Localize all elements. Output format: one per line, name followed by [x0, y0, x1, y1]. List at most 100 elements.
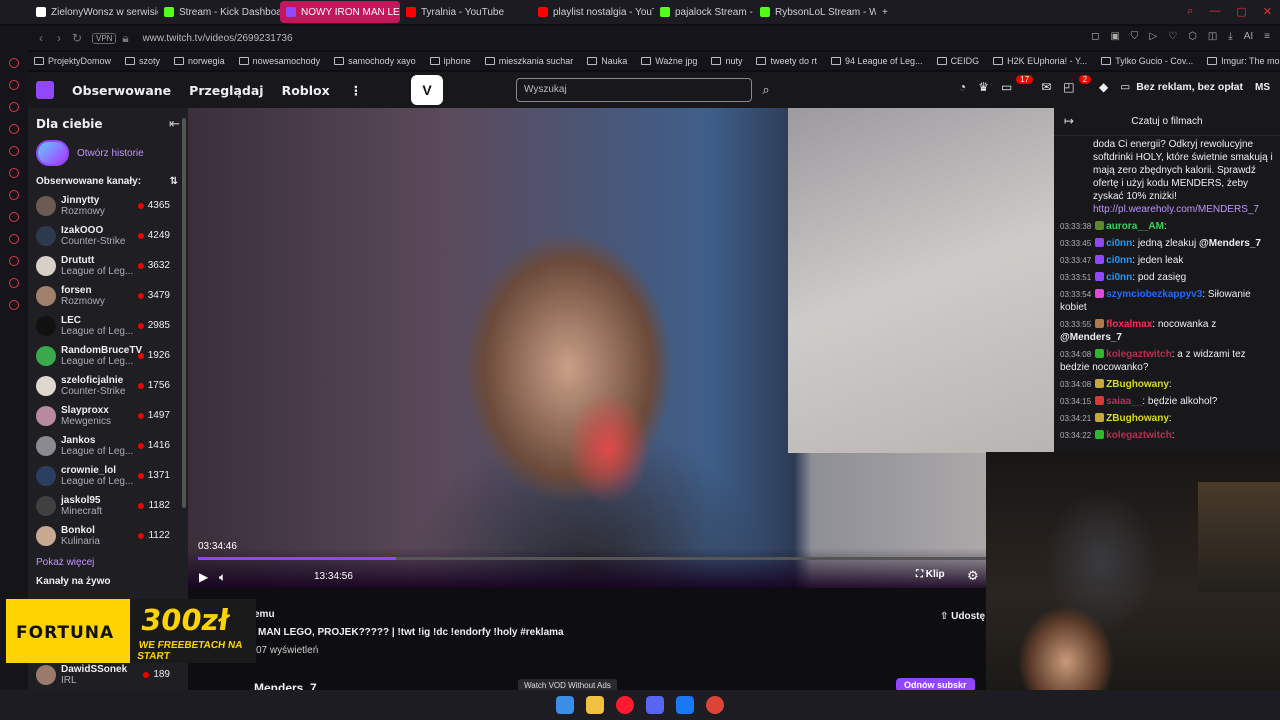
- facebook-icon[interactable]: [676, 696, 694, 714]
- sidebar-shortcut-icon[interactable]: [9, 234, 19, 244]
- bookmark-item[interactable]: norwegia: [174, 56, 225, 66]
- chat-username[interactable]: aurora__AM: [1106, 221, 1164, 232]
- message-mention[interactable]: @Menders_7: [1060, 332, 1122, 343]
- chat-username[interactable]: kolegaztwitch: [1106, 349, 1172, 360]
- chat-username[interactable]: kolegaztwitch: [1106, 430, 1172, 441]
- bookmark-icon[interactable]: ◻: [1091, 31, 1099, 42]
- file-explorer-icon[interactable]: [586, 696, 604, 714]
- show-more-link[interactable]: Pokaż więcej: [28, 551, 188, 574]
- gear-icon[interactable]: ⚙: [967, 568, 979, 584]
- collapse-sidebar-icon[interactable]: ⇤: [169, 116, 180, 132]
- promo-link[interactable]: http://pl.weareholy.com/MENDERS_7: [1093, 204, 1259, 215]
- browser-tab[interactable]: ZielonyWonsz w serwisie: [30, 1, 158, 23]
- back-icon[interactable]: ‹: [32, 31, 50, 45]
- opera-icon[interactable]: [616, 696, 634, 714]
- prime-icon[interactable]: ◔: [959, 80, 966, 94]
- url-field[interactable]: www.twitch.tv/videos/2699231736: [142, 33, 292, 44]
- list-item[interactable]: jaskol95 Minecraft 1182: [28, 491, 188, 521]
- browser-tab[interactable]: Tyralnia - YouTube: [400, 1, 520, 23]
- bookmark-item[interactable]: H2K EUphoria! - Y...: [993, 56, 1087, 66]
- bits-icon[interactable]: ◆: [1099, 80, 1108, 94]
- sidebar-shortcut-icon[interactable]: [9, 190, 19, 200]
- mail-icon[interactable]: ✉: [1041, 80, 1051, 94]
- whispers-icon[interactable]: ◰: [1063, 80, 1074, 94]
- forward-icon[interactable]: ›: [50, 31, 68, 45]
- bookmark-item[interactable]: tweety do rt: [756, 56, 817, 66]
- sidebar-shortcut-icon[interactable]: [9, 212, 19, 222]
- bookmark-item[interactable]: Nauka: [587, 56, 627, 66]
- bookmark-item[interactable]: ProjektyDomow: [34, 56, 111, 66]
- search-input[interactable]: Wyszukaj: [516, 78, 752, 102]
- bookmark-item[interactable]: CEIDG: [936, 56, 979, 66]
- nav-roblox[interactable]: Roblox: [282, 83, 330, 98]
- ai-label[interactable]: AI: [1244, 31, 1253, 42]
- list-item[interactable]: crownie_lol League of Leg... 1371: [28, 461, 188, 491]
- extension-logo-icon[interactable]: V: [411, 75, 443, 105]
- chat-username[interactable]: ci0nn: [1106, 238, 1132, 249]
- minimize-icon[interactable]: —: [1209, 5, 1220, 18]
- browser-tab[interactable]: pajalock Stream - Watch L: [654, 1, 754, 23]
- shield-icon[interactable]: ⛉: [1131, 31, 1139, 42]
- collapse-chat-icon[interactable]: ↦: [1064, 114, 1074, 128]
- bookmark-item[interactable]: nuty: [711, 56, 742, 66]
- open-stories-link[interactable]: Otwórz historie: [77, 148, 144, 159]
- list-item[interactable]: LEC League of Leg... 2985: [28, 311, 188, 341]
- list-item[interactable]: DawidSSonek IRL 189: [28, 660, 188, 690]
- twitch-logo-icon[interactable]: [36, 81, 54, 99]
- crown-icon[interactable]: ♛: [978, 80, 989, 94]
- discord-icon[interactable]: [646, 696, 664, 714]
- list-item[interactable]: RandomBruceTV League of Leg... 1926: [28, 341, 188, 371]
- windows-start-icon[interactable]: [556, 696, 574, 714]
- chat-username[interactable]: szymciobezkappyv3: [1106, 289, 1202, 300]
- inbox-icon[interactable]: ▭: [1001, 80, 1012, 94]
- sidebar-shortcut-icon[interactable]: [9, 80, 19, 90]
- sidebar-shortcut-icon[interactable]: [9, 256, 19, 266]
- chat-username[interactable]: saiaa__: [1106, 396, 1142, 407]
- fortuna-ad[interactable]: FORTUNA 300zł WE FREEBETACH NA START: [6, 599, 256, 663]
- list-item[interactable]: Drututt League of Leg... 3632: [28, 251, 188, 281]
- bookmark-item[interactable]: Tylko Gucio - Cov...: [1101, 56, 1193, 66]
- list-item[interactable]: Slayproxx Mewgenics 1497: [28, 401, 188, 431]
- bookmark-item[interactable]: nowesamochody: [238, 56, 320, 66]
- sidebar-shortcut-icon[interactable]: [9, 124, 19, 134]
- seek-bar[interactable]: [198, 557, 988, 560]
- search-icon[interactable]: ⌕: [1187, 5, 1193, 18]
- vpn-badge[interactable]: VPN: [92, 32, 117, 44]
- bookmark-item[interactable]: iphone: [429, 56, 471, 66]
- bookmark-item[interactable]: samochody xayo: [334, 56, 416, 66]
- download-icon[interactable]: ⤓: [1228, 31, 1232, 42]
- extensions-icon[interactable]: ⬡: [1188, 31, 1197, 42]
- play-icon[interactable]: ▶: [199, 570, 208, 584]
- share-button[interactable]: ⇧ Udostę: [940, 611, 985, 622]
- chat-username[interactable]: ci0nn: [1106, 255, 1132, 266]
- snapshot-icon[interactable]: ▣: [1110, 31, 1119, 42]
- clip-button[interactable]: ⛶ Klip: [916, 569, 945, 580]
- sidebar-shortcut-icon[interactable]: [9, 58, 19, 68]
- sidebar-scrollbar[interactable]: [182, 118, 186, 508]
- chat-username[interactable]: ci0nn: [1106, 272, 1132, 283]
- maximize-icon[interactable]: ▢: [1236, 5, 1246, 18]
- close-icon[interactable]: ✕: [1263, 5, 1272, 18]
- sidebar-shortcut-icon[interactable]: [9, 168, 19, 178]
- chat-username[interactable]: ZBughowany: [1106, 413, 1169, 424]
- browser-tab[interactable]: Stream - Kick Dashboard: [158, 1, 280, 23]
- play-icon[interactable]: ▷: [1149, 31, 1157, 42]
- video-player[interactable]: 03:34:46 ▶ 🔈︎ 13:34:56 ⛶ Klip ⚙: [188, 108, 1054, 588]
- search-icon[interactable]: ⌕: [754, 78, 778, 102]
- nav-browse[interactable]: Przeglądaj: [189, 83, 263, 98]
- reload-icon[interactable]: ↻: [68, 31, 86, 45]
- sidebar-shortcut-icon[interactable]: [9, 102, 19, 112]
- list-item[interactable]: forsen Rozmowy 3479: [28, 281, 188, 311]
- story-row[interactable]: Otwórz historie: [36, 140, 188, 166]
- browser-tab[interactable]: NOWY IRON MAN LEGO,✕: [280, 1, 400, 23]
- chrome-icon[interactable]: [706, 696, 724, 714]
- sort-icon[interactable]: ⇅: [170, 176, 178, 187]
- list-item[interactable]: Jinnytty Rozmowy 4365: [28, 191, 188, 221]
- live-channel-row[interactable]: DawidSSonek IRL 189: [28, 660, 188, 690]
- heart-icon[interactable]: ♡: [1168, 31, 1177, 42]
- sidebar-shortcut-icon[interactable]: [9, 300, 19, 310]
- bookmark-item[interactable]: szoty: [125, 56, 160, 66]
- chat-username[interactable]: ZBughowany: [1106, 379, 1169, 390]
- bookmark-item[interactable]: mieszkania suchar: [484, 56, 573, 66]
- message-mention[interactable]: @Menders_7: [1199, 238, 1261, 249]
